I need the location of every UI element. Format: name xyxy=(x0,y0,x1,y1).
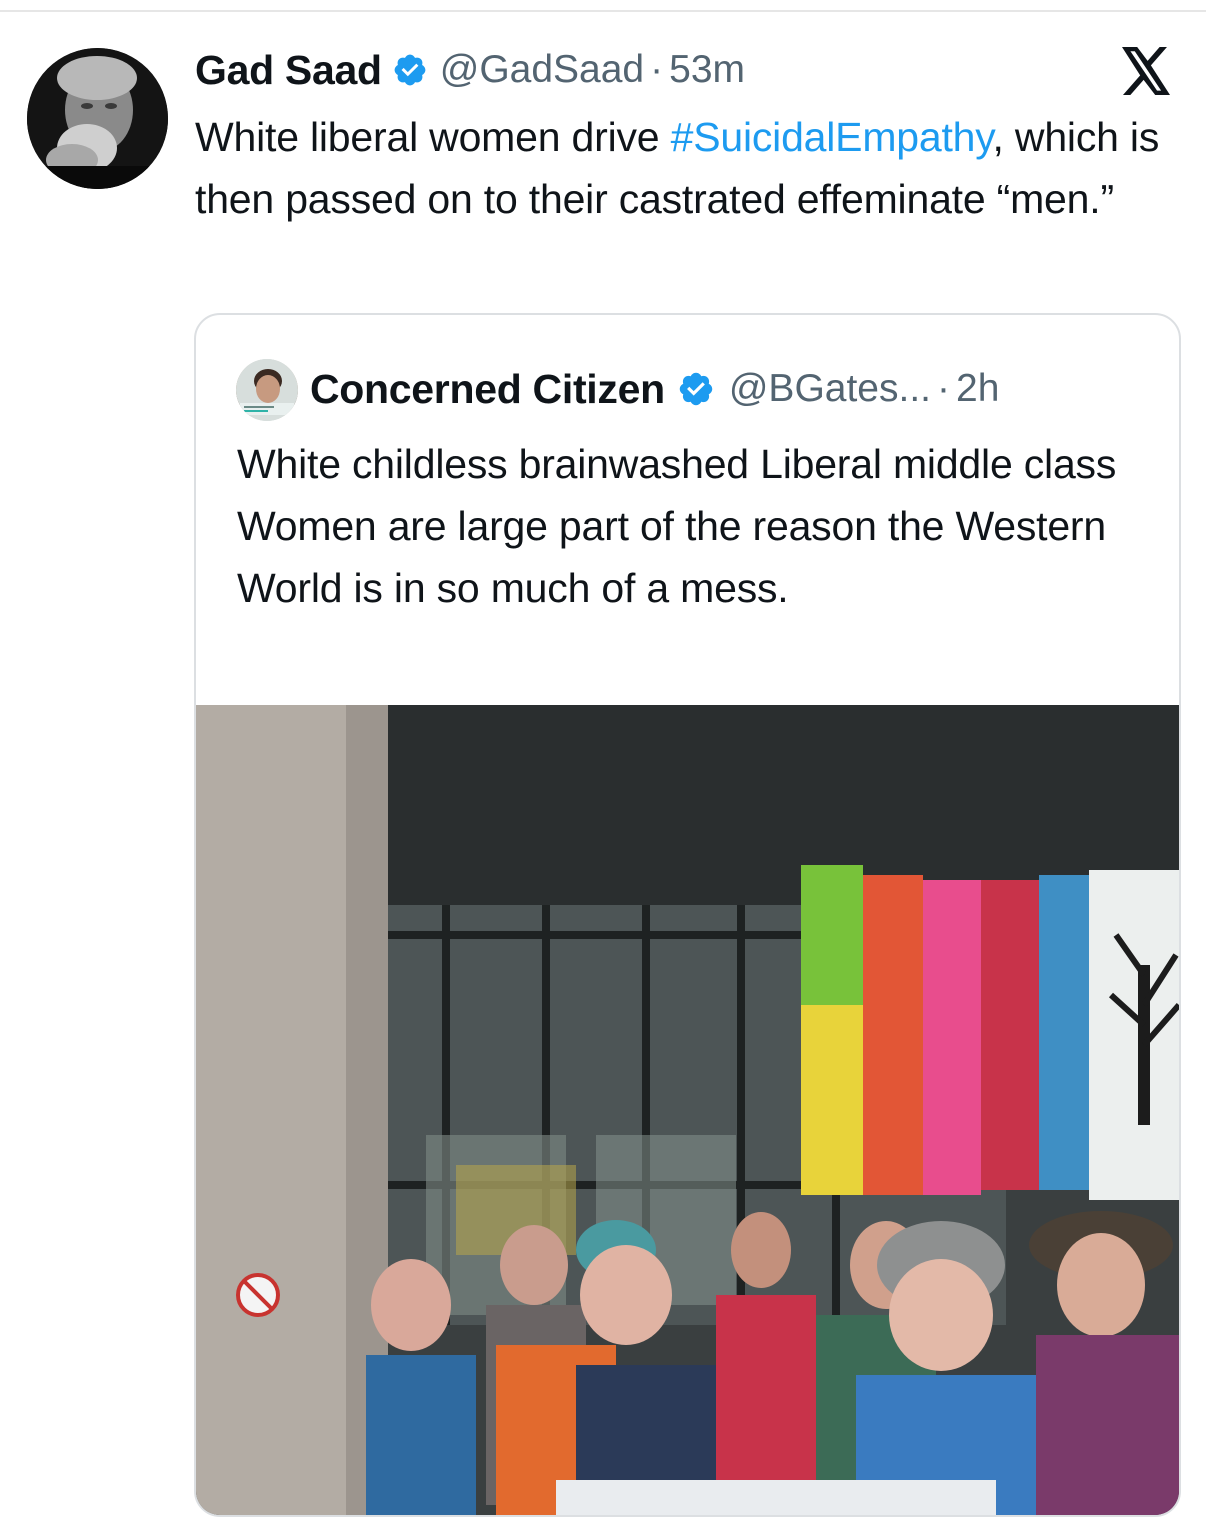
quoted-author-avatar[interactable] xyxy=(236,359,298,421)
author-handle[interactable]: @GadSaad xyxy=(440,48,644,92)
quoted-author-handle[interactable]: @BGates... xyxy=(729,367,931,411)
quoted-avatar-portrait xyxy=(236,359,298,421)
author-avatar[interactable] xyxy=(27,48,168,189)
hashtag-link[interactable]: #SuicidalEmpathy xyxy=(671,114,993,160)
quoted-tweet-text: White childless brainwashed Liberal midd… xyxy=(237,441,1117,611)
quoted-tweet-header: Concerned Citizen @BGates... · 2h xyxy=(310,361,999,417)
quoted-tweet-video[interactable] xyxy=(196,705,1179,1515)
video-frame xyxy=(196,705,1179,1515)
tweet-header: Gad Saad @GadSaad · 53m xyxy=(195,44,745,96)
verified-badge-icon xyxy=(394,54,426,86)
separator-dot: · xyxy=(937,367,951,410)
separator-dot: · xyxy=(650,48,664,91)
tweet-text: White liberal women drive #SuicidalEmpat… xyxy=(195,106,1185,230)
avatar-portrait xyxy=(27,48,168,189)
top-divider xyxy=(0,10,1206,12)
tweet-text-start: White liberal women drive xyxy=(195,114,671,160)
verified-badge-icon xyxy=(679,372,713,406)
quoted-tweet-card[interactable]: Concerned Citizen @BGates... · 2h White … xyxy=(194,313,1181,1517)
timestamp[interactable]: 53m xyxy=(669,48,745,92)
x-logo-icon xyxy=(1122,47,1170,95)
quoted-author-name[interactable]: Concerned Citizen xyxy=(310,366,665,413)
quoted-timestamp[interactable]: 2h xyxy=(956,367,999,411)
author-name[interactable]: Gad Saad xyxy=(195,47,382,94)
